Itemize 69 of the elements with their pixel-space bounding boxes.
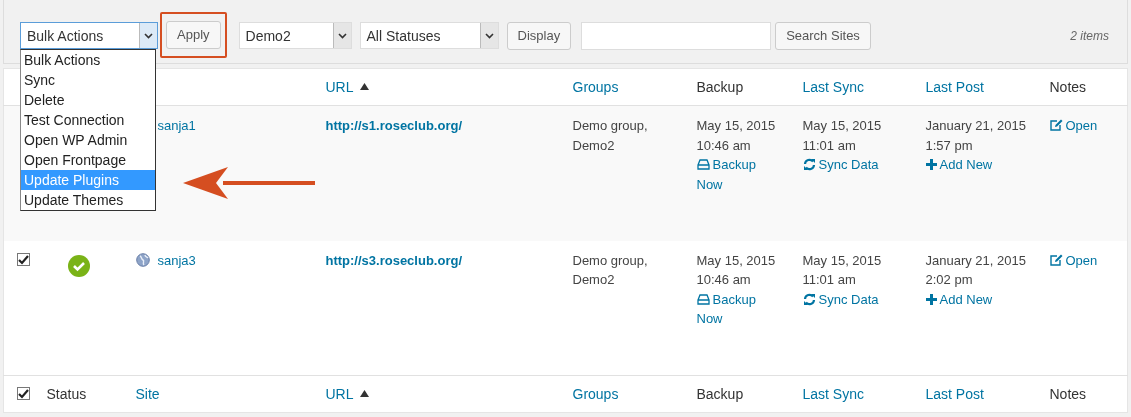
checkbox[interactable] (17, 253, 30, 266)
action-link[interactable]: Add New (925, 157, 993, 172)
drive-icon (696, 293, 710, 305)
groups-text: Demo group, Demo2 (572, 117, 649, 155)
time-text: 2:02 pm (925, 271, 974, 289)
search-button[interactable]: Search Sites (775, 21, 871, 50)
time-text: 10:46 am (696, 136, 752, 155)
dropdown-option[interactable]: Test Connection (21, 110, 155, 130)
notes-link[interactable]: Open (1049, 252, 1098, 268)
action-link[interactable]: Backup Now (696, 289, 777, 329)
date-text: May 15, 2015 (802, 117, 883, 135)
date-text: May 15, 2015 (802, 251, 883, 270)
notes-link[interactable]: Open (1049, 118, 1098, 133)
column-header[interactable]: URL (325, 385, 354, 402)
time-text: 1:57 pm (925, 136, 974, 155)
bulk-actions-select[interactable]: Bulk Actions (20, 22, 158, 49)
column-header[interactable]: Last Post (925, 78, 984, 95)
date-text: May 15, 2015 (696, 117, 777, 135)
date-text: January 21, 2015 (925, 251, 1027, 270)
dropdown-option[interactable]: Bulk Actions (21, 50, 155, 70)
sync-icon (802, 158, 816, 171)
date-text: January 21, 2015 (925, 117, 1027, 135)
item-count: 2 items (1070, 27, 1109, 45)
plus-icon (925, 293, 937, 305)
dropdown-option[interactable]: Open Frontpage (21, 150, 155, 170)
caret-icon (144, 32, 153, 39)
column-header: Backup (696, 385, 744, 402)
time-text: 10:46 am (696, 271, 752, 289)
dropdown-option[interactable]: Sync (21, 70, 155, 90)
column-header: Status (46, 385, 87, 402)
url-link[interactable]: http://s1.roseclub.org/ (325, 118, 462, 133)
action-link[interactable]: Sync Data (802, 157, 879, 172)
action-link[interactable]: Add New (925, 291, 993, 307)
edit-icon (1049, 119, 1063, 131)
search-field[interactable] (581, 21, 772, 50)
groups-text: Demo group, Demo2 (572, 251, 649, 289)
column-header[interactable]: Groups (572, 385, 619, 402)
caret-icon (337, 32, 347, 39)
dropdown-option[interactable]: Open WP Admin (21, 130, 155, 150)
status-select[interactable]: All Statuses (359, 22, 499, 49)
column-header: Backup (696, 78, 744, 95)
checkbox[interactable] (17, 387, 30, 400)
dropdown-option[interactable]: Update Themes (21, 190, 155, 210)
column-header[interactable]: Groups (572, 78, 619, 95)
edit-icon (1049, 253, 1063, 266)
column-header[interactable]: Last Sync (802, 385, 864, 402)
display-button[interactable]: Display (506, 21, 572, 50)
column-header: Notes (1049, 78, 1087, 95)
url-link[interactable]: http://s3.roseclub.org/ (325, 252, 462, 268)
sync-icon (802, 292, 816, 306)
column-header[interactable]: Site (135, 385, 160, 402)
column-header[interactable]: Last Post (925, 385, 984, 402)
date-text: May 15, 2015 (696, 251, 777, 270)
group-select[interactable]: Demo2 (238, 22, 352, 49)
apply-button[interactable]: Apply (166, 20, 221, 49)
time-text: 11:01 am (802, 136, 857, 155)
site-link[interactable]: sanja1 (157, 118, 196, 133)
dropdown-option[interactable]: Delete (21, 90, 155, 110)
action-link[interactable]: Sync Data (802, 291, 879, 307)
caret-icon (484, 32, 494, 39)
column-header[interactable]: URL (325, 78, 354, 95)
drive-icon (696, 159, 710, 170)
site-link[interactable]: sanja3 (157, 252, 196, 268)
action-link[interactable]: Backup Now (696, 155, 777, 194)
column-header: Notes (1049, 385, 1087, 402)
time-text: 11:01 am (802, 271, 857, 289)
plus-icon (925, 159, 937, 170)
dropdown-option[interactable]: Update Plugins (21, 170, 155, 190)
column-header[interactable]: Last Sync (802, 78, 864, 95)
